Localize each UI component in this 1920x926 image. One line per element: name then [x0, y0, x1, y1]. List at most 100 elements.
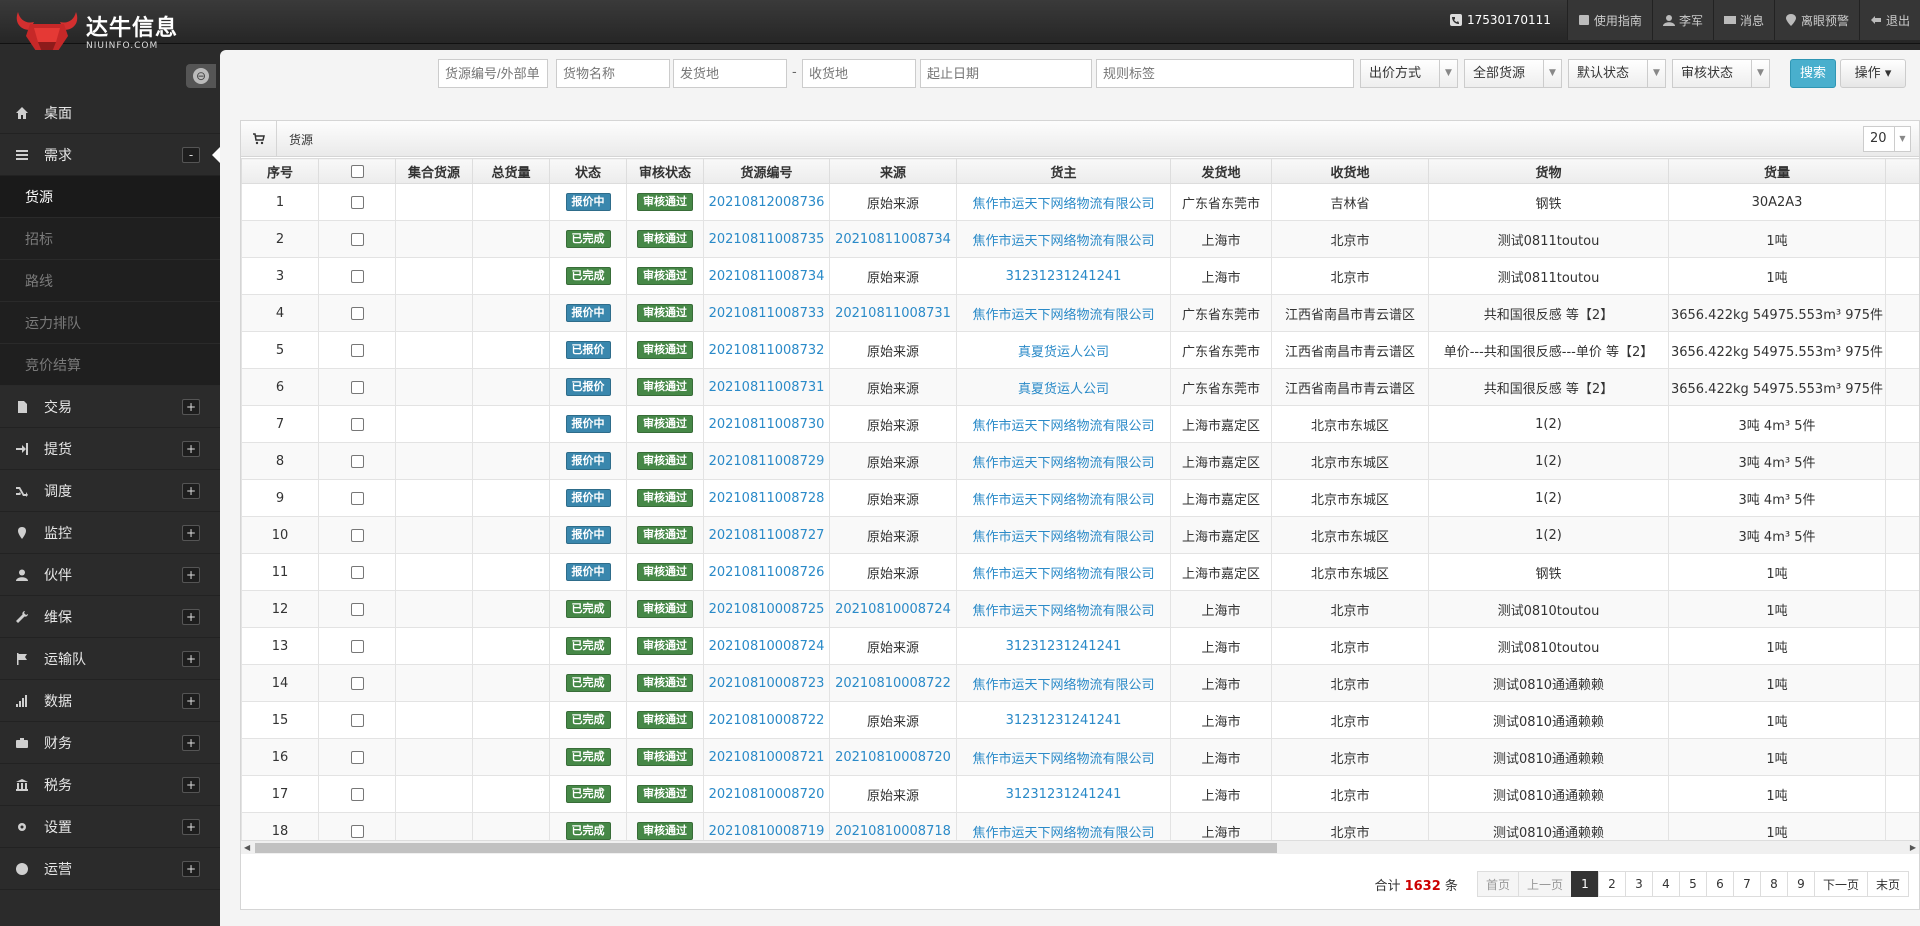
row-checkbox[interactable] [350, 195, 364, 209]
source-code-link[interactable]: 20210811008734 [709, 269, 825, 284]
row-checkbox[interactable] [350, 417, 364, 431]
page-number-button[interactable]: 8 [1759, 871, 1788, 897]
sidebar-item-settings[interactable]: 设置 + [0, 806, 220, 848]
sidebar-subitem-bid-settlement[interactable]: 竞价结算 [0, 344, 220, 386]
table-row[interactable]: 5 已报价 审核通过 20210811008732 原始来源 真夏货运人公司 广东省东莞市江… [241, 331, 1919, 369]
source-type-select[interactable]: 全部货源 ▼ [1464, 59, 1562, 88]
page-number-button[interactable]: 1 [1570, 871, 1599, 897]
row-checkbox[interactable] [350, 602, 364, 616]
owner-link[interactable]: 31231231241241 [1006, 787, 1122, 802]
expand-toggle[interactable]: + [182, 819, 200, 835]
source-code-link[interactable]: 20210811008732 [709, 343, 825, 358]
row-checkbox[interactable] [350, 787, 364, 801]
source-code-link[interactable]: 20210811008727 [709, 528, 825, 543]
table-row[interactable]: 7 报价中 审核通过 20210811008730 原始来源 焦作市运天下网络物流有限公司… [241, 405, 1919, 443]
page-number-button[interactable]: 6 [1705, 871, 1734, 897]
sidebar-item-tax[interactable]: 税务 + [0, 764, 220, 806]
row-checkbox[interactable] [350, 454, 364, 468]
row-checkbox[interactable] [350, 676, 364, 690]
select-all-checkbox[interactable] [350, 164, 364, 178]
expand-toggle[interactable]: + [182, 693, 200, 709]
sidebar-item-data[interactable]: 数据 + [0, 680, 220, 722]
scroll-left-icon[interactable]: ◀ [244, 843, 250, 852]
scrollbar-thumb[interactable] [255, 843, 1277, 853]
row-checkbox[interactable] [350, 232, 364, 246]
table-row[interactable]: 15 已完成 审核通过 20210810008722 原始来源 3123123124124… [241, 701, 1919, 739]
owner-link[interactable]: 真夏货运人公司 [1018, 382, 1109, 397]
user-link[interactable]: 李军 [1651, 0, 1713, 40]
owner-link[interactable]: 焦作市运天下网络物流有限公司 [972, 678, 1154, 693]
page-number-button[interactable]: 2 [1597, 871, 1626, 897]
sidebar-subitem-source[interactable]: 货源 [0, 176, 220, 218]
sidebar-item-partner[interactable]: 伙伴 + [0, 554, 220, 596]
table-row[interactable]: 13 已完成 审核通过 20210810008724 原始来源 3123123124124… [241, 627, 1919, 665]
collapse-toggle[interactable]: - [182, 147, 200, 163]
owner-link[interactable]: 焦作市运天下网络物流有限公司 [972, 308, 1154, 323]
table-row[interactable]: 9 报价中 审核通过 20210811008728 原始来源 焦作市运天下网络物流有限公司… [241, 479, 1919, 517]
table-row[interactable]: 14 已完成 审核通过 20210810008723 20210810008722 焦作市… [241, 664, 1919, 702]
origin-source-link[interactable]: 20210811008734 [835, 232, 951, 247]
source-code-link[interactable]: 20210812008736 [709, 195, 825, 210]
row-checkbox[interactable] [350, 269, 364, 283]
sidebar-subitem-tender[interactable]: 招标 [0, 218, 220, 260]
source-code-link[interactable]: 20210811008735 [709, 232, 825, 247]
table-row[interactable]: 16 已完成 审核通过 20210810008721 20210810008720 焦作市… [241, 738, 1919, 776]
expand-toggle[interactable]: + [182, 861, 200, 877]
source-code-link[interactable]: 20210810008720 [709, 787, 825, 802]
goods-name-input[interactable] [556, 59, 670, 88]
sidebar-subitem-route[interactable]: 路线 [0, 260, 220, 302]
owner-link[interactable]: 焦作市运天下网络物流有限公司 [972, 567, 1154, 582]
owner-link[interactable]: 31231231241241 [1006, 269, 1122, 284]
source-code-link[interactable]: 20210811008726 [709, 565, 825, 580]
row-checkbox[interactable] [350, 639, 364, 653]
sidebar-item-monitor[interactable]: 监控 + [0, 512, 220, 554]
owner-link[interactable]: 焦作市运天下网络物流有限公司 [972, 456, 1154, 471]
sidebar-item-pickup[interactable]: 提货 + [0, 428, 220, 470]
table-row[interactable]: 10 报价中 审核通过 20210811008727 原始来源 焦作市运天下网络物流有限公… [241, 516, 1919, 554]
table-row[interactable]: 1 报价中 审核通过 20210812008736 原始来源 焦作市运天下网络物流有限公司… [241, 183, 1919, 221]
source-code-link[interactable]: 20210811008728 [709, 491, 825, 506]
origin-source-link[interactable]: 20210810008722 [835, 676, 951, 691]
row-checkbox[interactable] [350, 750, 364, 764]
page-number-button[interactable]: 9 [1786, 871, 1815, 897]
scroll-right-icon[interactable]: ▶ [1910, 843, 1916, 852]
destination-input[interactable] [802, 59, 916, 88]
expand-toggle[interactable]: + [182, 525, 200, 541]
owner-link[interactable]: 焦作市运天下网络物流有限公司 [972, 197, 1154, 212]
source-code-link[interactable]: 20210810008719 [709, 824, 825, 839]
next-page-button[interactable]: 下一页 [1813, 871, 1868, 897]
row-checkbox[interactable] [350, 306, 364, 320]
expand-toggle[interactable]: + [182, 651, 200, 667]
table-row[interactable]: 17 已完成 审核通过 20210810008720 原始来源 3123123124124… [241, 775, 1919, 813]
expand-toggle[interactable]: + [182, 777, 200, 793]
search-button[interactable]: 搜索 [1790, 59, 1836, 88]
rule-tag-input[interactable] [1096, 59, 1354, 88]
table-row[interactable]: 6 已报价 审核通过 20210811008731 原始来源 真夏货运人公司 广东省东莞市江… [241, 368, 1919, 406]
page-number-button[interactable]: 5 [1678, 871, 1707, 897]
owner-link[interactable]: 真夏货运人公司 [1018, 345, 1109, 360]
horizontal-scrollbar[interactable]: ◀ ▶ [241, 840, 1919, 854]
source-code-link[interactable]: 20210811008729 [709, 454, 825, 469]
source-no-input[interactable] [438, 59, 548, 88]
sidebar-item-fleet[interactable]: 运输队 + [0, 638, 220, 680]
expand-toggle[interactable]: + [182, 399, 200, 415]
source-code-link[interactable]: 20210811008730 [709, 417, 825, 432]
sidebar-item-finance[interactable]: 财务 + [0, 722, 220, 764]
page-number-button[interactable]: 4 [1651, 871, 1680, 897]
sidebar-collapse-button[interactable]: ⊖ [186, 64, 216, 88]
source-code-link[interactable]: 20210810008725 [709, 602, 825, 617]
owner-link[interactable]: 31231231241241 [1006, 713, 1122, 728]
guide-link[interactable]: 使用指南 [1566, 0, 1652, 40]
row-checkbox[interactable] [350, 491, 364, 505]
sidebar-item-dispatch[interactable]: 调度 + [0, 470, 220, 512]
row-checkbox[interactable] [350, 343, 364, 357]
owner-link[interactable]: 焦作市运天下网络物流有限公司 [972, 419, 1154, 434]
page-size-select[interactable]: 20 ▼ [1863, 126, 1911, 152]
page-number-button[interactable]: 7 [1732, 871, 1761, 897]
sidebar-item-trade[interactable]: 交易 + [0, 386, 220, 428]
owner-link[interactable]: 31231231241241 [1006, 639, 1122, 654]
table-row[interactable]: 4 报价中 审核通过 20210811008733 20210811008731 焦作市运… [241, 294, 1919, 332]
source-code-link[interactable]: 20210810008721 [709, 750, 825, 765]
status-select[interactable]: 默认状态 ▼ [1568, 59, 1666, 88]
source-code-link[interactable]: 20210810008722 [709, 713, 825, 728]
